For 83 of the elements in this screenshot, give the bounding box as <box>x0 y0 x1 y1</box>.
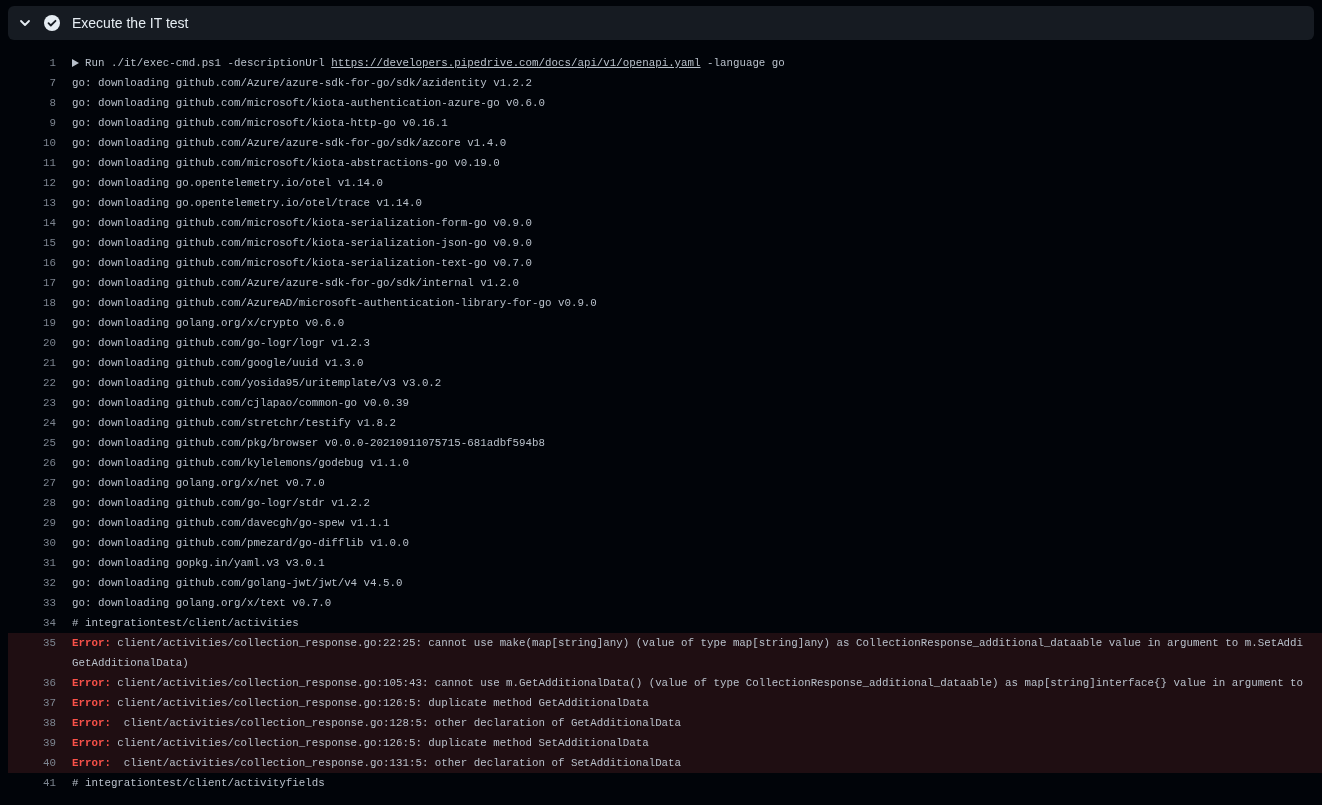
line-number: 38 <box>42 716 56 731</box>
line-number: 28 <box>42 496 56 511</box>
line-number: 32 <box>42 576 56 591</box>
log-line: go: downloading github.com/microsoft/kiota-serialization-text-go v0.7.0 <box>72 256 534 271</box>
line-number: 17 <box>42 276 56 291</box>
line-number: 10 <box>42 136 56 151</box>
line-number: 40 <box>42 756 56 771</box>
line-number: 31 <box>42 556 56 571</box>
error-message: GetAdditionalData) <box>72 656 190 671</box>
error-message: client/activities/collection_response.go:126:5: duplicate method GetAdditionalData <box>116 697 649 709</box>
line-number: 8 <box>48 96 56 111</box>
log-line: go: downloading github.com/microsoft/kiota-http-go v0.16.1 <box>72 116 449 131</box>
line-number: 27 <box>42 476 56 491</box>
line-number: 22 <box>42 376 56 391</box>
log-line: go: downloading github.com/go-logr/stdr v1.2.2 <box>72 496 372 511</box>
line-number: 13 <box>42 196 56 211</box>
line-number: 41 <box>42 776 56 791</box>
line-number: 1 <box>48 56 56 71</box>
line-number: 21 <box>42 356 56 371</box>
line-number: 33 <box>42 596 56 611</box>
error-label: Error: <box>72 717 111 729</box>
error-label: Error: <box>72 757 111 769</box>
log-line: go: downloading github.com/microsoft/kiota-serialization-form-go v0.9.0 <box>72 216 534 231</box>
log-line: go: downloading go.opentelemetry.io/otel v1.14.0 <box>72 176 384 191</box>
expand-triangle-icon[interactable] <box>72 59 79 68</box>
log-line: go: downloading github.com/microsoft/kiota-authentication-azure-go v0.6.0 <box>72 96 546 111</box>
log-line: go: downloading gopkg.in/yaml.v3 v3.0.1 <box>72 556 326 571</box>
line-number: 9 <box>48 116 56 131</box>
line-number: 24 <box>42 416 56 431</box>
log-line: # integrationtest/client/activities <box>72 616 300 631</box>
url-link[interactable]: https://developers.pipedrive.com/docs/api/v1/openapi.yaml <box>331 57 701 69</box>
error-label: Error: <box>72 737 111 749</box>
error-message: client/activities/collection_response.go:22:25: cannot use make(map[string]any) (value of type map[string]any) as CollectionResponse_additional_dataable value in argument to m.SetAddi <box>116 637 1304 649</box>
log-line: go: downloading golang.org/x/text v0.7.0 <box>72 596 333 611</box>
line-number: 37 <box>42 696 56 711</box>
log-line: go: downloading github.com/stretchr/testify v1.8.2 <box>72 416 397 431</box>
log-line: go: downloading github.com/kylelemons/godebug v1.1.0 <box>72 456 410 471</box>
line-number: 15 <box>42 236 56 251</box>
line-number: 14 <box>42 216 56 231</box>
line-number: 16 <box>42 256 56 271</box>
command-text: -language go <box>706 57 785 69</box>
log-line: go: downloading github.com/google/uuid v1.3.0 <box>72 356 365 371</box>
error-message: client/activities/collection_response.go:128:5: other declaration of GetAdditionalData <box>122 717 682 729</box>
log-line: go: downloading github.com/cjlapao/common-go v0.0.39 <box>72 396 410 411</box>
log-line: go: downloading github.com/pkg/browser v0.0.0-20210911075715-681adbf594b8 <box>72 436 546 451</box>
error-label: Error: <box>72 697 111 709</box>
line-number: 11 <box>42 156 56 171</box>
line-number: 19 <box>42 316 56 331</box>
log-line: go: downloading github.com/AzureAD/microsoft-authentication-library-for-go v0.9.0 <box>72 296 598 311</box>
log-line: go: downloading github.com/Azure/azure-sdk-for-go/sdk/azcore v1.4.0 <box>72 136 508 151</box>
log-line: go: downloading github.com/yosida95/uritemplate/v3 v3.0.2 <box>72 376 443 391</box>
line-number: 30 <box>42 536 56 551</box>
line-number: 34 <box>42 616 56 631</box>
line-number: 18 <box>42 296 56 311</box>
log-line: go: downloading github.com/davecgh/go-spew v1.1.1 <box>72 516 391 531</box>
log-line: # integrationtest/client/activityfields <box>72 776 326 791</box>
error-label: Error: <box>72 677 111 689</box>
line-number: 12 <box>42 176 56 191</box>
log-line: go: downloading github.com/pmezard/go-difflib v1.0.0 <box>72 536 410 551</box>
line-number: 29 <box>42 516 56 531</box>
log-line: go: downloading github.com/microsoft/kiota-abstractions-go v0.19.0 <box>72 156 501 171</box>
line-number: 23 <box>42 396 56 411</box>
log-line: go: downloading golang.org/x/crypto v0.6.0 <box>72 316 346 331</box>
log-line: go: downloading github.com/golang-jwt/jwt/v4 v4.5.0 <box>72 576 404 591</box>
log-line: go: downloading github.com/microsoft/kiota-serialization-json-go v0.9.0 <box>72 236 534 251</box>
step-title: Execute the IT test <box>72 15 189 31</box>
line-number: 39 <box>42 736 56 751</box>
log-line: go: downloading golang.org/x/net v0.7.0 <box>72 476 326 491</box>
line-number: 35 <box>42 636 56 651</box>
error-message: client/activities/collection_response.go:105:43: cannot use m.GetAdditionalData() (value of type CollectionResponse_additional_dataable) as map[string]interface{} value in argument to <box>116 677 1304 689</box>
line-number: 7 <box>48 76 56 91</box>
line-number: 36 <box>42 676 56 691</box>
command-text: Run ./it/exec-cmd.ps1 -descriptionUrl <box>85 57 326 69</box>
log-line: go: downloading github.com/go-logr/logr v1.2.3 <box>72 336 372 351</box>
line-number: 20 <box>42 336 56 351</box>
log-line: go: downloading go.opentelemetry.io/otel/trace v1.14.0 <box>72 196 423 211</box>
log-line: go: downloading github.com/Azure/azure-sdk-for-go/sdk/azidentity v1.2.2 <box>72 76 534 91</box>
error-label: Error: <box>72 637 111 649</box>
error-message: client/activities/collection_response.go:126:5: duplicate method SetAdditionalData <box>116 737 649 749</box>
log-line: go: downloading github.com/Azure/azure-sdk-for-go/sdk/internal v1.2.0 <box>72 276 521 291</box>
line-number: 25 <box>42 436 56 451</box>
line-number: 26 <box>42 456 56 471</box>
error-message: client/activities/collection_response.go:131:5: other declaration of SetAdditionalData <box>122 757 682 769</box>
